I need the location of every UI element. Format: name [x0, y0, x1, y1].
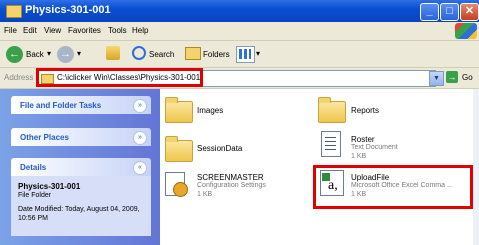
details-type: File Folder	[18, 192, 52, 199]
menu-favorites[interactable]: Favorites	[68, 26, 101, 35]
folder-icon	[165, 97, 193, 123]
chevron-down-icon[interactable]: »	[133, 99, 147, 113]
search-icon[interactable]	[132, 46, 146, 60]
highlight-address	[36, 68, 203, 87]
folder-icon	[318, 97, 346, 123]
chevron-down-icon[interactable]: »	[133, 131, 147, 145]
details-modified: Date Modified: Today, August 04, 2009, 1…	[18, 206, 140, 222]
close-button[interactable]: ✕	[460, 3, 479, 21]
views-dropdown-icon[interactable]: ▾	[256, 49, 260, 58]
forward-dropdown-icon[interactable]: ▾	[77, 49, 81, 58]
windows-logo-icon	[455, 23, 477, 39]
task-pane: File and Folder Tasks » Other Places » D…	[0, 89, 160, 245]
details-name: Physics-301-001	[18, 182, 81, 191]
panel-title: Other Places	[20, 133, 69, 142]
address-label: Address	[4, 73, 34, 82]
maximize-button[interactable]: □	[440, 3, 459, 21]
menu-edit[interactable]: Edit	[23, 26, 37, 35]
scrollbar[interactable]	[473, 89, 479, 245]
highlight-uploadfile	[313, 165, 473, 209]
folder-icon	[6, 5, 22, 18]
item-type: Configuration Settings	[197, 182, 266, 189]
back-dropdown-icon[interactable]: ▾	[47, 49, 51, 58]
views-icon[interactable]	[236, 46, 255, 63]
go-arrow-icon[interactable]: →	[446, 71, 458, 83]
folder-icon	[165, 136, 193, 162]
item-name[interactable]: SessionData	[197, 144, 242, 153]
panel-other-places[interactable]: Other Places »	[11, 128, 151, 146]
menu-bar: File Edit View Favorites Tools Help	[0, 22, 479, 41]
menu-view[interactable]: View	[44, 26, 61, 35]
item-name[interactable]: Images	[197, 106, 223, 115]
address-dropdown-button[interactable]: ▼	[429, 71, 444, 86]
back-label[interactable]: Back	[26, 50, 44, 59]
minimize-button[interactable]: _	[420, 3, 439, 21]
go-button[interactable]: Go	[462, 73, 473, 82]
toolbar: ← Back ▾ → ▾ Search Folders ▾	[0, 41, 479, 68]
window-title: Physics-301-001	[25, 4, 111, 16]
up-folder-icon[interactable]	[106, 46, 120, 60]
item-name[interactable]: Reports	[351, 106, 379, 115]
panel-title: Details	[20, 163, 47, 172]
item-size: 1 KB	[197, 191, 213, 198]
chevron-up-icon[interactable]: «	[133, 161, 147, 175]
panel-details[interactable]: Details «	[11, 158, 151, 176]
menu-help[interactable]: Help	[132, 26, 148, 35]
menu-file[interactable]: File	[4, 26, 17, 35]
menu-tools[interactable]: Tools	[108, 26, 127, 35]
folders-icon[interactable]	[185, 47, 201, 60]
item-type: Text Document	[351, 144, 398, 151]
panel-title: File and Folder Tasks	[20, 101, 102, 110]
back-arrow-icon[interactable]: ←	[6, 46, 23, 63]
panel-file-folder-tasks[interactable]: File and Folder Tasks »	[11, 96, 151, 114]
forward-arrow-icon[interactable]: →	[57, 46, 74, 63]
item-name[interactable]: Roster	[351, 135, 375, 144]
search-button[interactable]: Search	[149, 50, 174, 59]
title-bar: Physics-301-001 _ □ ✕	[0, 0, 479, 22]
details-body: Physics-301-001 File Folder Date Modifie…	[11, 176, 151, 236]
item-name[interactable]: SCREENMASTER	[197, 173, 264, 182]
folders-button[interactable]: Folders	[203, 50, 230, 59]
text-document-icon	[321, 131, 341, 157]
item-size: 1 KB	[351, 153, 367, 160]
config-settings-icon	[165, 172, 188, 197]
